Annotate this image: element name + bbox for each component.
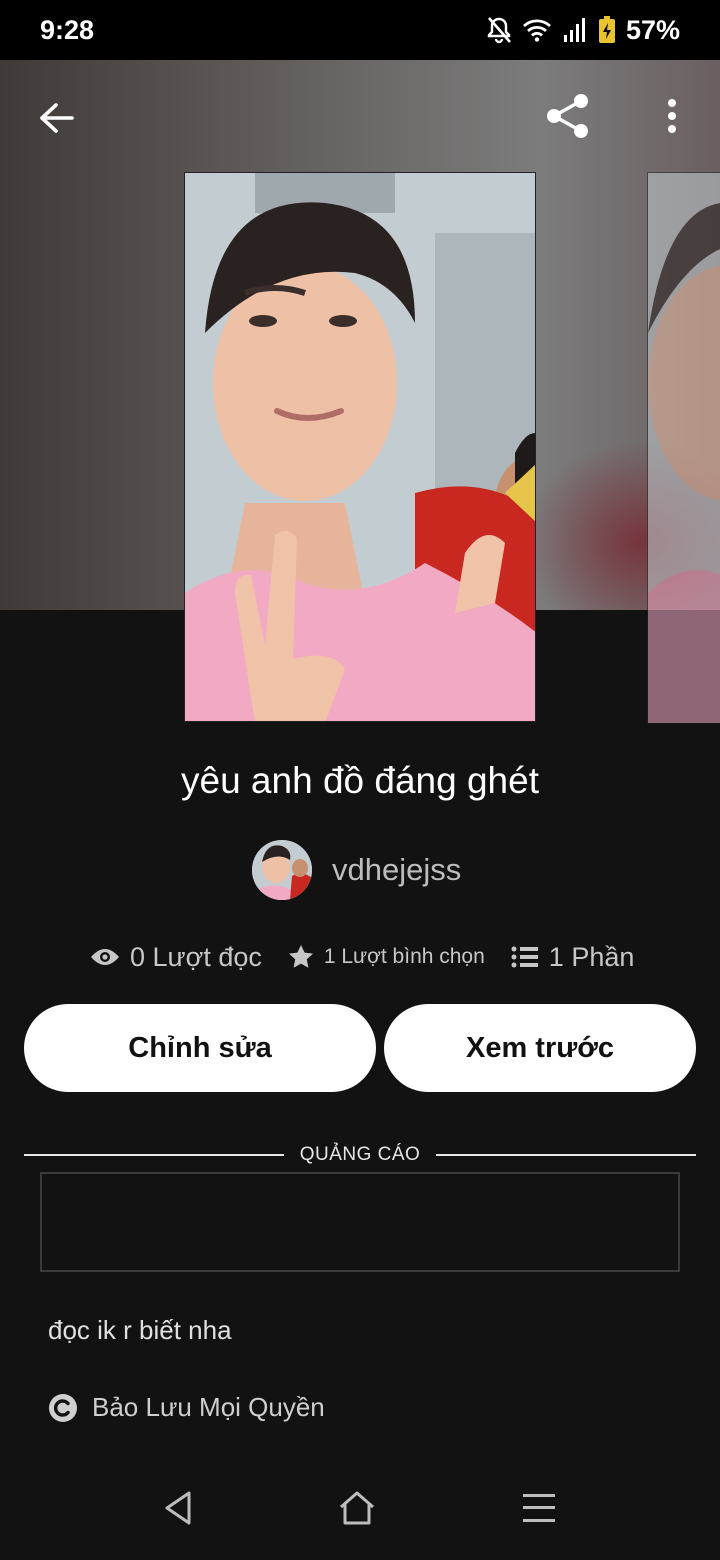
- story-stats: 0 Lượt đọc 1 Lượt bình chọn 1 Phần: [90, 935, 650, 979]
- star-icon: [288, 945, 313, 968]
- story-cover-image[interactable]: [184, 172, 536, 722]
- nav-recents-button[interactable]: [521, 1492, 557, 1529]
- author-row[interactable]: vdhejejss: [252, 840, 461, 900]
- ad-divider: QUẢNG CÁO: [24, 1140, 696, 1170]
- nav-back-button[interactable]: [163, 1490, 193, 1531]
- signal-icon: [562, 17, 588, 43]
- votes-count: 1 Lượt bình chọn: [323, 945, 485, 968]
- battery-percent: 57%: [625, 14, 680, 45]
- eye-icon: [91, 949, 119, 965]
- story-title: yêu anh đồ đáng ghét: [181, 760, 539, 801]
- avatar[interactable]: [252, 840, 312, 900]
- home-icon: [339, 1491, 374, 1524]
- back-triangle-icon: [165, 1491, 191, 1524]
- ad-slot[interactable]: [40, 1172, 680, 1272]
- status-icons: 57%: [486, 15, 680, 46]
- recents-menu-icon: [523, 1493, 556, 1522]
- avatar-photo: [252, 840, 312, 900]
- more-vertical-icon: [668, 99, 676, 133]
- preview-button[interactable]: Xem trước: [384, 1004, 696, 1092]
- share-icon: [547, 94, 588, 138]
- ad-label: QUẢNG CÁO: [299, 1144, 421, 1165]
- status-time: 9:28: [40, 14, 95, 45]
- back-button[interactable]: [30, 92, 82, 144]
- reads-count: 0 Lượt đọc: [130, 941, 262, 972]
- parts-stat: 1 Phần: [511, 941, 635, 973]
- copyright-row: Bảo Lưu Mọi Quyền: [48, 1392, 325, 1423]
- share-button[interactable]: [540, 88, 596, 144]
- status-bar: 9:28 57%: [0, 0, 720, 60]
- story-description: đọc ik r biết nha: [48, 1315, 232, 1345]
- divider-line: [436, 1154, 696, 1156]
- next-cover-photo: [648, 173, 720, 723]
- system-nav-bar: [0, 1460, 720, 1560]
- cover-photo: [185, 173, 535, 721]
- copyright-text: Bảo Lưu Mọi Quyền: [92, 1392, 325, 1422]
- battery-charging-icon: [598, 16, 616, 44]
- list-icon: [511, 946, 538, 968]
- edit-button[interactable]: Chỉnh sửa: [24, 1004, 376, 1092]
- next-cover-preview[interactable]: [647, 172, 720, 724]
- divider-line: [24, 1154, 284, 1156]
- nav-home-button[interactable]: [338, 1490, 376, 1531]
- more-options-button[interactable]: [650, 92, 694, 140]
- reads-stat: 0 Lượt đọc: [90, 942, 262, 973]
- wifi-icon: [522, 18, 552, 42]
- copyright-icon: [49, 1393, 77, 1422]
- votes-stat: 1 Lượt bình chọn: [288, 944, 485, 970]
- author-name[interactable]: vdhejejss: [332, 852, 461, 888]
- bell-off-icon: [486, 16, 512, 44]
- parts-count: 1 Phần: [548, 941, 635, 972]
- arrow-left-icon: [40, 103, 74, 133]
